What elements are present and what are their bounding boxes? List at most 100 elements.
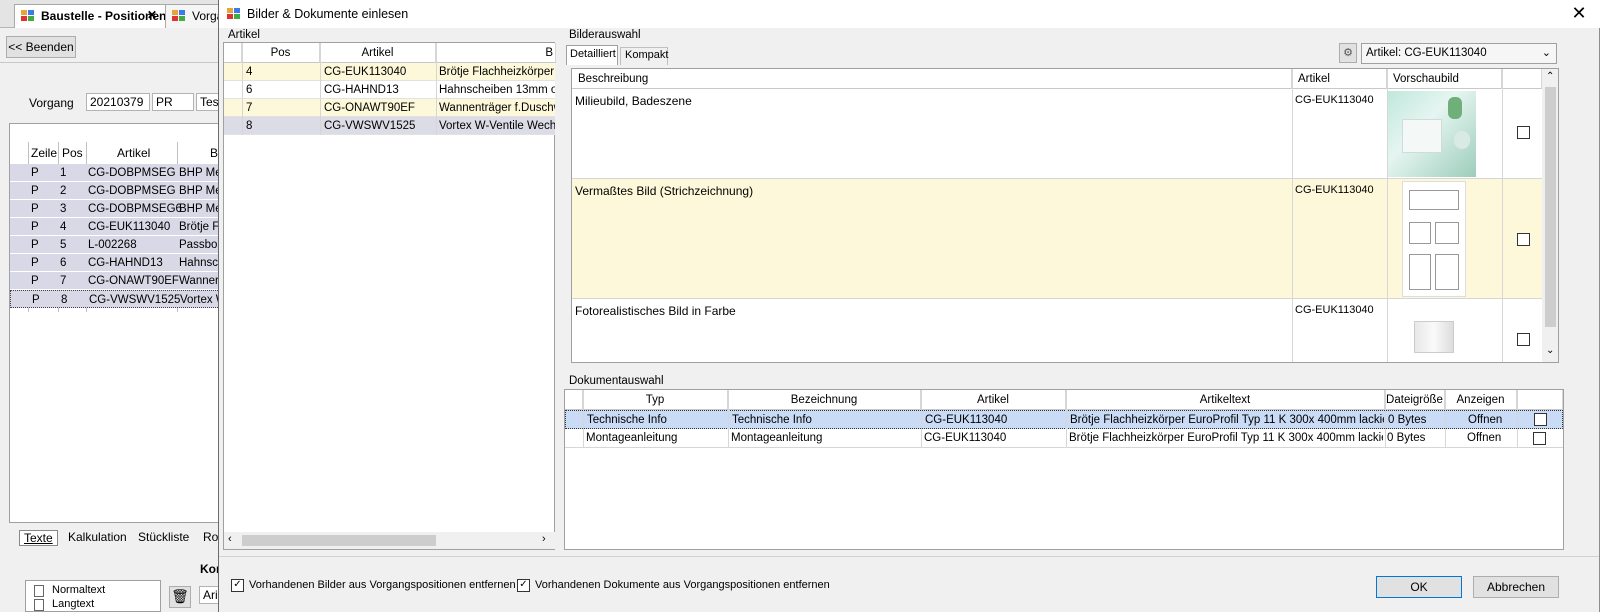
open-link[interactable]: Öffnen: [1467, 432, 1501, 444]
col-header-pos: Pos: [62, 146, 83, 160]
table-row[interactable]: P 2 CG-DOBPMSEG BHP Met: [10, 182, 225, 200]
table-row[interactable]: Milieubild, Badeszene CG-EUK113040: [572, 89, 1542, 179]
table-row[interactable]: P 5 L-002268 Passbol.: [10, 236, 223, 254]
table-row-selected[interactable]: Technische Info Technische Info CG-EUK11…: [565, 410, 1563, 429]
table-row[interactable]: Fotorealistisches Bild in Farbe CG-EUK11…: [572, 299, 1542, 362]
remove-documents-label[interactable]: Vorhandenen Dokumente aus Vorgangspositi…: [535, 579, 830, 591]
dokument-grid: Typ Bezeichnung Artikel Artikeltext Date…: [564, 389, 1564, 550]
col-header-artikel[interactable]: Artikel: [1292, 69, 1387, 89]
table-row[interactable]: P 6 CG-HAHND13 Hahnsch: [10, 254, 224, 272]
table-row[interactable]: 4 CG-EUK113040 Brötje Flachheizkörper: [224, 63, 555, 81]
col-header-b: B: [210, 146, 219, 160]
table-row[interactable]: 7 CG-ONAWT90EF Wannenträger f.Duschw: [224, 99, 555, 117]
positions-grid: Zeile Pos Artikel B P 1 CG-DOBPMSEG BHP Met…: [9, 123, 227, 523]
scrollbar-thumb[interactable]: [1545, 87, 1556, 327]
remove-images-checkbox[interactable]: ✓: [231, 579, 244, 592]
col-header-beschreibung[interactable]: Beschreibung: [572, 69, 1292, 89]
preview-image-bathroom[interactable]: [1388, 91, 1476, 177]
col-header-artikel: Artikel: [117, 146, 151, 160]
open-link[interactable]: Öffnen: [1468, 414, 1502, 426]
table-row-selected[interactable]: Vermaßtes Bild (Strichzeichnung) CG-EUK1…: [572, 179, 1542, 299]
col-header-bezeichnung[interactable]: Bezeichnung: [728, 390, 921, 410]
app-icon: [21, 10, 35, 22]
preview-image-radiator[interactable]: [1414, 321, 1454, 353]
table-row[interactable]: Montageanleitung Montageanleitung CG-EUK…: [565, 429, 1563, 448]
row-artikel: CG-EUK113040: [1295, 94, 1374, 106]
table-row[interactable]: P 4 CG-EUK113040 Brötje Fl: [10, 218, 222, 236]
bilder-grid: Beschreibung Artikel Vorschaubild Milieu…: [571, 68, 1559, 363]
gear-icon[interactable]: ⚙: [1339, 43, 1357, 63]
dialog-titlebar: Bilder & Dokumente einlesen ✕: [219, 0, 1600, 28]
artikel-grid: Pos Artikel B 4 CG-EUK113040 Brötje Flac…: [223, 42, 556, 550]
select-image-checkbox[interactable]: [1517, 333, 1530, 346]
col-header-typ[interactable]: Typ: [583, 390, 728, 410]
col-header-artikeltext[interactable]: Artikeltext: [1066, 390, 1385, 410]
dokument-group-label: Dokumentauswahl: [569, 375, 664, 387]
close-tab-icon[interactable]: ✕: [147, 8, 157, 22]
preview-image-drawing[interactable]: [1402, 181, 1466, 297]
divider: [0, 62, 220, 63]
table-row-selected[interactable]: P 8 CG-VWSWV1525 Vortex W: [10, 290, 227, 308]
text-type-list[interactable]: Normaltext Langtext: [25, 580, 161, 612]
app-icon: [172, 10, 186, 22]
scroll-up-icon[interactable]: ⌃: [1546, 71, 1554, 82]
col-header-anzeigen[interactable]: Anzeigen: [1445, 390, 1517, 410]
table-row[interactable]: P 3 CG-DOBPMSEG6 BHP Met: [10, 200, 225, 218]
row-artikel: CG-EUK113040: [1295, 304, 1374, 316]
col-header-artikel[interactable]: Artikel: [320, 43, 436, 63]
tab-stueckliste[interactable]: Stückliste: [138, 530, 189, 544]
table-row-selected[interactable]: 8 CG-VWSWV1525 Vortex W-Ventile Wechs: [224, 117, 555, 135]
remove-documents-checkbox[interactable]: ✓: [517, 579, 530, 592]
scroll-down-icon[interactable]: ⌄: [1546, 345, 1554, 356]
scroll-right-icon[interactable]: ›: [542, 533, 546, 545]
tab-detailliert[interactable]: Detailliert: [566, 45, 618, 65]
artikel-group-label: Artikel: [228, 29, 260, 41]
tab-kalkulation[interactable]: Kalkulation: [68, 530, 127, 544]
scrollbar-thumb[interactable]: [242, 535, 436, 546]
list-item[interactable]: Normaltext: [52, 584, 105, 596]
table-row[interactable]: P 1 CG-DOBPMSEG BHP Met: [10, 164, 225, 182]
scroll-left-icon[interactable]: ‹: [228, 533, 232, 545]
trash-icon[interactable]: 🗑: [169, 586, 191, 608]
vorgang-number-field[interactable]: 20210379: [86, 93, 150, 111]
close-icon[interactable]: ✕: [1567, 2, 1591, 26]
dialog-bilder-dokumente: Bilder & Dokumente einlesen ✕ Artikel Po…: [218, 0, 1600, 612]
vorgang-type-field[interactable]: PR: [152, 93, 194, 111]
remove-images-label[interactable]: Vorhandenen Bilder aus Vorgangspositione…: [249, 579, 516, 591]
table-row[interactable]: P 7 CG-ONAWT90EF Wanner: [10, 272, 222, 290]
select-document-checkbox[interactable]: [1534, 413, 1547, 426]
ok-button[interactable]: OK: [1376, 576, 1462, 598]
tab-baustelle-positionen[interactable]: Baustelle - Positionen ✕: [14, 4, 166, 28]
select-image-checkbox[interactable]: [1517, 233, 1530, 246]
tab-texte[interactable]: Texte: [19, 530, 58, 546]
artikel-select-value: Artikel: CG-EUK113040: [1366, 47, 1487, 59]
row-artikel: CG-EUK113040: [1295, 184, 1374, 196]
chevron-down-icon: ⌄: [1541, 47, 1551, 59]
app-icon: [227, 8, 241, 20]
document-icon: [34, 585, 44, 597]
vorgang-label: Vorgang: [29, 96, 74, 110]
cancel-button[interactable]: Abbrechen: [1473, 576, 1559, 598]
col-header-vorschaubild[interactable]: Vorschaubild: [1387, 69, 1502, 89]
col-header-pos[interactable]: Pos: [242, 43, 320, 63]
row-description: Vermaßtes Bild (Strichzeichnung): [575, 184, 754, 198]
artikel-select[interactable]: Artikel: CG-EUK113040 ⌄: [1361, 43, 1557, 64]
table-row[interactable]: 6 CG-HAHND13 Hahnscheiben 13mm o.: [224, 81, 555, 99]
col-header-artikel[interactable]: Artikel: [921, 390, 1066, 410]
dialog-title: Bilder & Dokumente einlesen: [247, 7, 409, 21]
list-item[interactable]: Langtext: [52, 598, 94, 610]
document-icon: [34, 599, 44, 611]
bilder-group-label: Bilderauswahl: [569, 29, 641, 41]
tab-kompakt[interactable]: Kompakt: [620, 47, 668, 65]
select-document-checkbox[interactable]: [1533, 432, 1546, 445]
col-header-zeile: Zeile: [31, 146, 58, 160]
row-description: Milieubild, Badeszene: [575, 94, 692, 108]
divider: [219, 556, 1599, 557]
col-header-dateigroesse[interactable]: Dateigröße: [1385, 390, 1445, 410]
horizontal-scrollbar[interactable]: ‹ ›: [224, 532, 555, 549]
col-header-b[interactable]: B: [436, 43, 556, 63]
row-description: Fotorealistisches Bild in Farbe: [575, 304, 736, 318]
beenden-button[interactable]: << Beenden: [6, 36, 76, 58]
select-image-checkbox[interactable]: [1517, 126, 1530, 139]
vertical-scrollbar[interactable]: ⌃ ⌄: [1542, 69, 1558, 362]
